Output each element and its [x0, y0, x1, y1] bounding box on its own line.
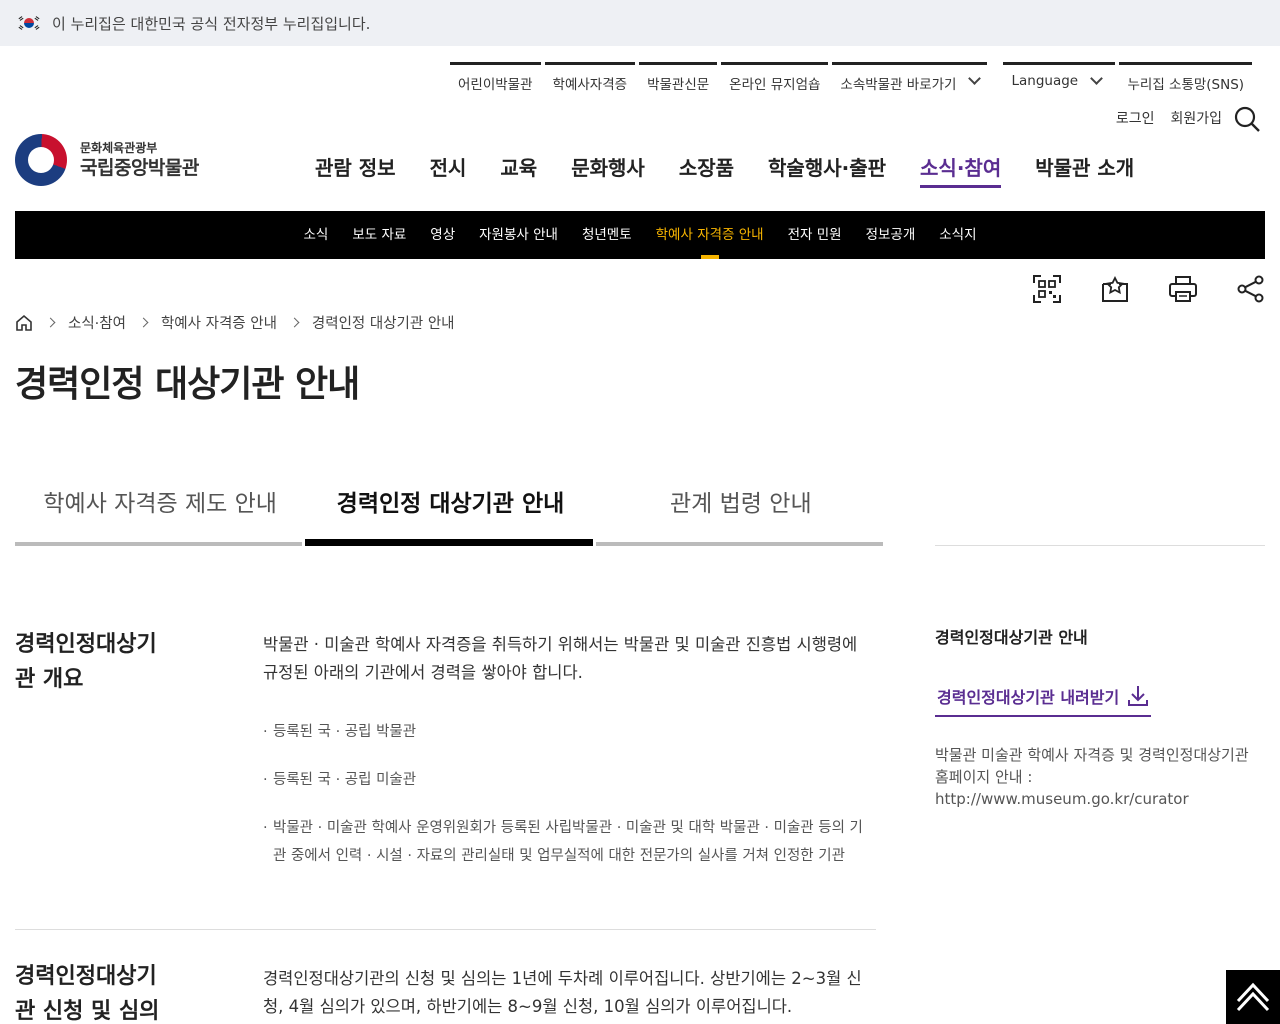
list-item: 등록된 국 · 공립 미술관 [263, 766, 875, 794]
subnav-item-civil[interactable]: 전자 민원 [776, 211, 854, 259]
section-body-overview: 박물관 · 미술관 학예사 자격증을 취득하기 위해서는 박물관 및 미술관 진… [263, 635, 858, 682]
side-title: 경력인정대상기관 안내 [935, 628, 1088, 647]
section-title-overview: 경력인정대상기 관 개요 [15, 627, 195, 697]
side-desc-line: 박물관 미술관 학예사 자격증 및 경력인정대상기관 [935, 746, 1249, 764]
content-tabs: 학예사 자격증 제도 안내 경력인정 대상기관 안내 관계 법령 안내 [15, 476, 886, 546]
gnb-item-research[interactable]: 학술행사·출판 [751, 152, 903, 188]
gnb-item-visit[interactable]: 관람 정보 [298, 152, 413, 188]
util-link-kids-museum[interactable]: 어린이박물관 [450, 62, 541, 98]
qr-code-icon[interactable] [1032, 274, 1062, 304]
breadcrumb-item[interactable]: 학예사 자격증 안내 [161, 312, 277, 333]
sub-nav: 소식 보도 자료 영상 자원봉사 안내 청년멘토 학예사 자격증 안내 전자 민… [15, 211, 1265, 259]
join-link[interactable]: 회원가입 [1170, 108, 1222, 128]
subnav-item-curator-license[interactable]: 학예사 자격증 안내 [644, 211, 776, 259]
section-title-line: 관 신청 및 심의 [15, 999, 160, 1024]
site-logo[interactable]: 문화체육관광부 국립중앙박물관 [15, 134, 199, 186]
subnav-item-press[interactable]: 보도 자료 [340, 211, 418, 259]
section-title-line: 경력인정대상기 [15, 632, 157, 657]
bookmark-icon[interactable] [1100, 274, 1130, 304]
print-icon[interactable] [1168, 274, 1198, 304]
chevron-right-icon [289, 317, 300, 328]
page-title: 경력인정 대상기관 안내 [15, 364, 360, 405]
download-icon [1128, 686, 1149, 706]
sns-label: 누리집 소통망(SNS) [1127, 77, 1245, 93]
chevron-down-icon [1090, 72, 1103, 85]
breadcrumb-current: 경력인정 대상기관 안내 [311, 316, 455, 332]
gnb-item-exhibition[interactable]: 전시 [413, 152, 484, 188]
home-icon[interactable] [15, 314, 33, 332]
language-label: Language [1011, 73, 1079, 89]
member-links: 로그인 회원가입 [1116, 108, 1222, 128]
login-link[interactable]: 로그인 [1116, 108, 1155, 128]
affiliated-museums-dropdown[interactable]: 소속박물관 바로가기 [832, 62, 988, 98]
util-link-curator-license[interactable]: 학예사자격증 [544, 62, 636, 98]
section-title-application: 경력인정대상기 관 신청 및 심의 [15, 959, 195, 1024]
tab-institutions[interactable]: 경력인정 대상기관 안내 [305, 476, 595, 546]
gnb-item-about[interactable]: 박물관 소개 [1018, 152, 1151, 188]
chevron-down-icon [968, 72, 982, 85]
download-link[interactable]: 경력인정대상기관 내려받기 [935, 684, 1152, 717]
side-desc-line: 홈페이지 안내 : [935, 768, 1033, 786]
tab-curator-system[interactable]: 학예사 자격증 제도 안내 [15, 476, 305, 546]
list-item: 등록된 국 · 공립 박물관 [263, 718, 875, 746]
chevron-right-icon [138, 317, 149, 328]
breadcrumb: 소식·참여 학예사 자격증 안내 경력인정 대상기관 안내 [15, 312, 455, 333]
subnav-item-news[interactable]: 소식 [291, 211, 340, 259]
breadcrumb-item[interactable]: 소식·참여 [68, 312, 126, 333]
page-tools [1032, 274, 1266, 304]
main-nav: 관람 정보 전시 교육 문화행사 소장품 학술행사·출판 소식·참여 박물관 소… [298, 152, 1151, 188]
side-divider [935, 545, 1265, 546]
korea-flag-icon [18, 15, 40, 31]
section-title-line: 관 개요 [15, 667, 84, 692]
institution-list: 등록된 국 · 공립 박물관 등록된 국 · 공립 미술관 박물관 · 미술관 … [263, 718, 875, 890]
tab-laws[interactable]: 관계 법령 안내 [595, 476, 886, 546]
gov-banner: 이 누리집은 대한민국 공식 전자정부 누리집입니다. [0, 0, 1280, 46]
section-divider [15, 929, 876, 930]
scroll-top-button[interactable] [1226, 970, 1280, 1024]
subnav-item-mentor[interactable]: 청년멘토 [570, 211, 644, 259]
util-link-museum-news[interactable]: 박물관신문 [639, 62, 718, 98]
curator-homepage-link[interactable]: http://www.museum.go.kr/curator [935, 790, 1189, 808]
gnb-item-events[interactable]: 문화행사 [554, 152, 662, 188]
gov-banner-text: 이 누리집은 대한민국 공식 전자정부 누리집입니다. [52, 14, 371, 33]
logo-ministry: 문화체육관광부 [80, 140, 158, 155]
section-title-line: 경력인정대상기 [15, 964, 157, 989]
gnb-item-collection[interactable]: 소장품 [662, 152, 751, 188]
util-link-online-shop[interactable]: 온라인 뮤지엄숍 [721, 62, 829, 98]
language-dropdown[interactable]: Language [1003, 62, 1116, 98]
subnav-item-volunteer[interactable]: 자원봉사 안내 [467, 211, 570, 259]
utility-nav: 어린이박물관 학예사자격증 박물관신문 온라인 뮤지엄숍 소속박물관 바로가기 … [450, 62, 1256, 98]
subnav-item-newsletter[interactable]: 소식지 [927, 211, 988, 259]
search-icon[interactable] [1234, 106, 1260, 132]
subnav-item-disclosure[interactable]: 정보공개 [854, 211, 928, 259]
section-body-application: 경력인정대상기관의 신청 및 심의는 1년에 두차례 이루어집니다. 상반기에는… [263, 969, 862, 1016]
sns-dropdown[interactable]: 누리집 소통망(SNS) [1119, 62, 1253, 98]
gnb-item-news[interactable]: 소식·참여 [903, 152, 1018, 188]
affiliated-museums-label: 소속박물관 바로가기 [840, 77, 957, 93]
download-label: 경력인정대상기관 내려받기 [937, 688, 1120, 707]
list-item: 박물관 · 미술관 학예사 운영위원회가 등록된 사립박물관 · 미술관 및 대… [263, 814, 875, 870]
government-emblem-icon [15, 134, 67, 186]
side-description: 박물관 미술관 학예사 자격증 및 경력인정대상기관 홈페이지 안내 : htt… [935, 744, 1270, 810]
chevron-right-icon [45, 317, 56, 328]
subnav-item-video[interactable]: 영상 [418, 211, 467, 259]
chevron-up-icon [1236, 982, 1270, 1012]
share-icon[interactable] [1236, 274, 1266, 304]
logo-museum-name: 국립중앙박물관 [80, 156, 199, 179]
gnb-item-education[interactable]: 교육 [483, 152, 554, 188]
